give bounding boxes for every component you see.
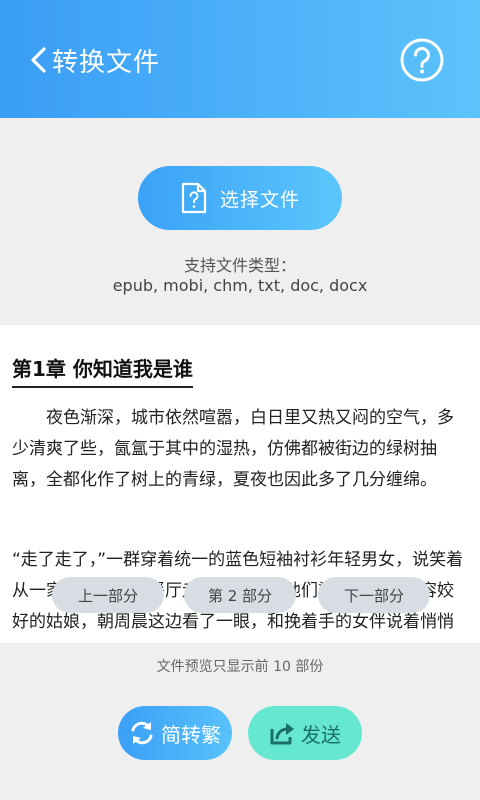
- send-button[interactable]: 发送: [248, 706, 362, 760]
- next-part-button[interactable]: 下一部分: [318, 577, 430, 613]
- page-title: 转换文件: [52, 48, 161, 78]
- chapter-title: 第1章 你知道我是谁: [12, 353, 193, 388]
- supported-types-list: epub, mobi, chm, txt, doc, docx: [112, 276, 368, 295]
- preview-paragraph: 夜色渐深，城市依然喧嚣，白日里又热又闷的空气，多少清爽了些，氤氲于其中的湿热，仿…: [12, 408, 454, 490]
- app-header: 转换文件: [0, 0, 480, 118]
- share-icon: [270, 723, 294, 745]
- select-file-button[interactable]: 选择文件: [138, 166, 342, 230]
- current-part-indicator: 第 2 部分: [184, 577, 296, 613]
- supported-types-title: 支持文件类型：: [183, 256, 296, 275]
- preview-notice: 文件预览只显示前 10 部份: [156, 659, 324, 675]
- swap-arrows-icon: [131, 721, 153, 745]
- question-circle-icon[interactable]: [398, 36, 446, 84]
- convert-label: 简转繁: [161, 722, 221, 747]
- select-file-label: 选择文件: [219, 188, 300, 211]
- prev-part-button[interactable]: 上一部分: [52, 577, 164, 613]
- file-question-icon: [181, 182, 207, 214]
- send-label: 发送: [301, 722, 341, 747]
- convert-simplified-traditional-button[interactable]: 简转繁: [118, 706, 232, 760]
